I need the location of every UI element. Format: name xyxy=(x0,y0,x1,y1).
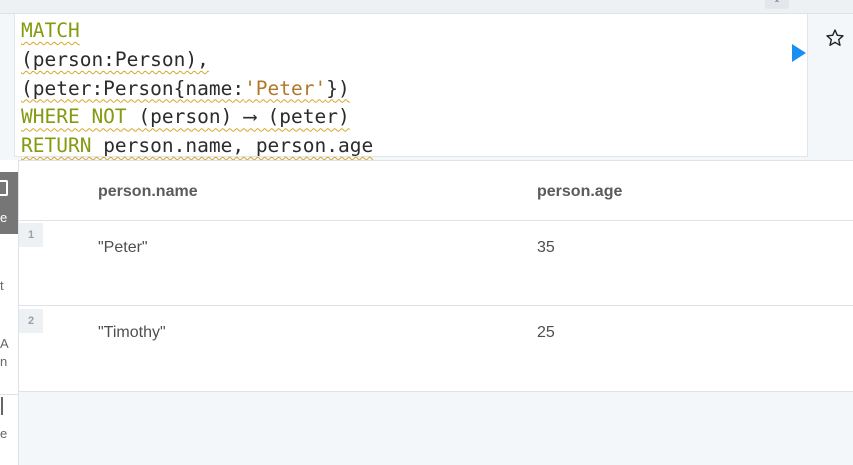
code-token: person.name, person.age xyxy=(91,134,374,158)
code-line[interactable]: (person:Person), xyxy=(21,46,373,75)
sidebar-item-code-label-a[interactable]: A xyxy=(0,336,9,351)
row-number: 2 xyxy=(19,309,43,333)
code-keyword: WHERE NOT xyxy=(21,105,127,129)
results-panel: person.name person.age 1 "Peter" 35 2 "T… xyxy=(19,160,853,465)
row-divider xyxy=(19,220,853,221)
chevron-up-icon: ⌃ xyxy=(773,0,781,8)
row-divider xyxy=(19,305,853,306)
code-token: }) xyxy=(326,76,350,100)
code-keyword: RETURN xyxy=(21,134,92,158)
code-keyword: MATCH xyxy=(21,19,80,42)
code-line[interactable]: MATCH xyxy=(21,17,373,46)
code-icon[interactable] xyxy=(0,397,3,415)
column-header-person-age: person.age xyxy=(537,183,623,200)
run-query-button[interactable] xyxy=(790,43,808,63)
code-line[interactable]: RETURN person.name, person.age xyxy=(21,132,373,161)
code-token: (person:Person), xyxy=(21,47,209,71)
results-table: person.name person.age 1 "Peter" 35 2 "T… xyxy=(19,160,853,392)
play-icon xyxy=(792,44,806,62)
code-string: 'Peter' xyxy=(244,76,327,100)
code-token: (person) ⟶ (peter) xyxy=(126,105,350,129)
row-number: 1 xyxy=(19,223,43,247)
cell-person-name: "Peter" xyxy=(98,239,148,256)
cell-person-age: 25 xyxy=(537,324,555,341)
query-editor[interactable]: MATCH (person:Person), (peter:Person{name:… xyxy=(14,14,808,157)
top-strip xyxy=(0,0,853,14)
collapse-editor-button[interactable]: ⌃ xyxy=(765,0,789,9)
cell-person-name: "Timothy" xyxy=(98,324,166,341)
sidebar-item-code-label[interactable]: e xyxy=(0,426,7,441)
star-icon xyxy=(826,29,844,46)
sidebar-item-code-label-b[interactable]: n xyxy=(0,354,7,369)
sidebar-item-text-label[interactable]: t xyxy=(0,278,4,293)
table-icon xyxy=(0,180,8,196)
sidebar-item-label: e xyxy=(0,210,8,225)
query-code[interactable]: MATCH (person:Person), (peter:Person{name:… xyxy=(21,17,373,161)
cell-person-age: 35 xyxy=(537,239,555,256)
code-line[interactable]: (peter:Person{name:'Peter'}) xyxy=(21,75,373,104)
sidebar-item-table[interactable]: e xyxy=(0,172,18,234)
favorite-button[interactable] xyxy=(825,28,845,48)
code-token: (peter:Person{name: xyxy=(21,76,245,100)
column-header-person-name: person.name xyxy=(98,183,198,200)
code-line[interactable]: WHERE NOT (person) ⟶ (peter) xyxy=(21,103,373,132)
